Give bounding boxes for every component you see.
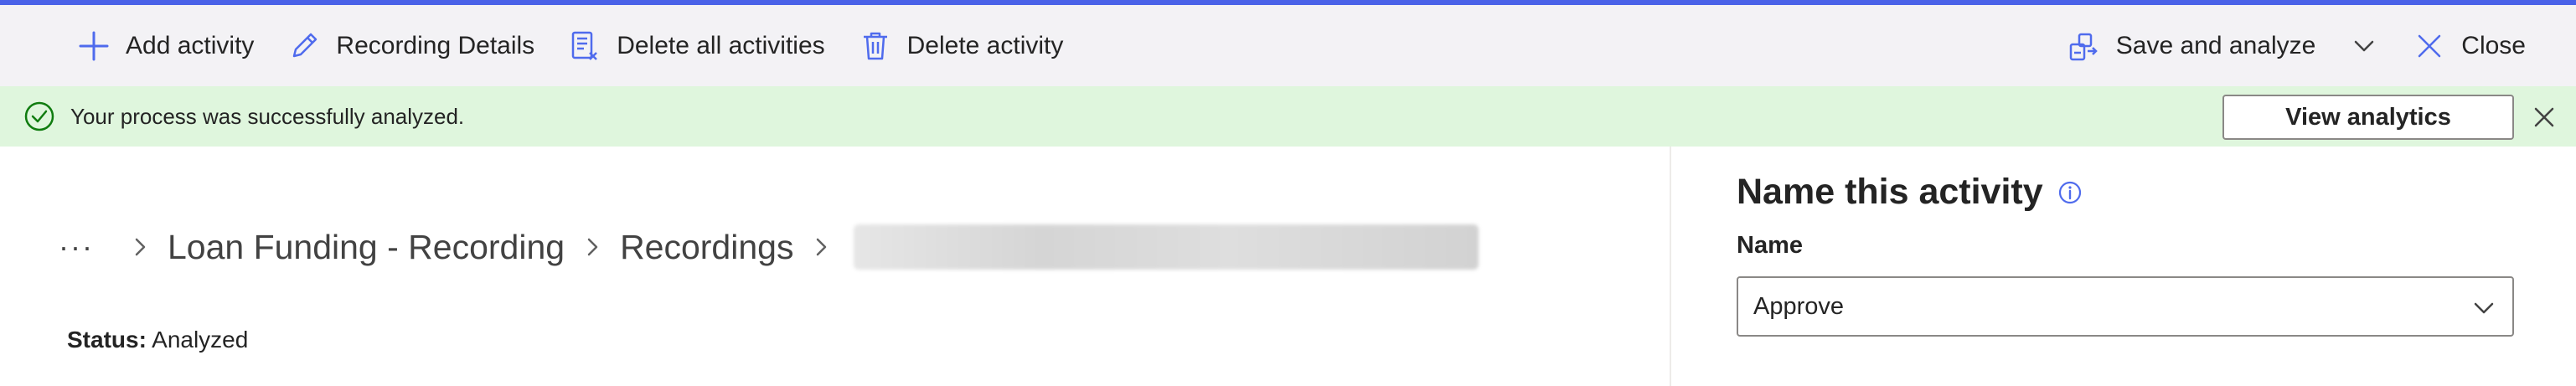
save-and-analyze-label: Save and analyze bbox=[2115, 31, 2316, 59]
command-bar: Add activity Recording Details Delete al… bbox=[0, 5, 2576, 86]
pencil-icon bbox=[293, 33, 317, 57]
delete-list-icon bbox=[571, 31, 598, 60]
breadcrumb-current-recording-redacted bbox=[854, 224, 1479, 270]
save-and-analyze-button[interactable]: Save and analyze bbox=[2051, 21, 2333, 71]
panel-header: Name this activity bbox=[1737, 172, 2083, 213]
close-label: Close bbox=[2461, 31, 2526, 59]
view-analytics-button[interactable]: View analytics bbox=[2222, 95, 2514, 140]
dismiss-icon[interactable] bbox=[2530, 103, 2558, 131]
delete-all-activities-label: Delete all activities bbox=[617, 31, 825, 59]
recording-details-button[interactable]: Recording Details bbox=[271, 21, 551, 71]
activity-name-value: Approve bbox=[1753, 292, 1845, 320]
success-message-text: Your process was successfully analyzed. bbox=[70, 103, 465, 129]
name-field-label: Name bbox=[1737, 232, 1803, 259]
breadcrumb: ··· Loan Funding - Recording Recordings bbox=[59, 222, 1479, 272]
chevron-right-icon bbox=[587, 238, 598, 256]
info-icon[interactable] bbox=[2057, 179, 2083, 206]
close-button[interactable]: Close bbox=[2396, 21, 2542, 71]
activity-name-dropdown[interactable]: Approve bbox=[1737, 276, 2514, 337]
recording-status: Status: Analyzed bbox=[67, 327, 248, 353]
breadcrumb-item-process[interactable]: Loan Funding - Recording bbox=[168, 228, 565, 267]
activity-details-panel: Name this activity Name Approve bbox=[1671, 147, 2576, 386]
command-bar-right: Save and analyze Close bbox=[2051, 5, 2542, 86]
close-icon bbox=[2419, 34, 2441, 57]
chevron-down-icon bbox=[2474, 302, 2494, 314]
status-value: Analyzed bbox=[152, 327, 249, 353]
breadcrumb-overflow-button[interactable]: ··· bbox=[59, 229, 94, 265]
checkmark-circle-icon bbox=[24, 101, 54, 131]
delete-activity-button[interactable]: Delete activity bbox=[842, 21, 1081, 71]
breadcrumb-item-recordings[interactable]: Recordings bbox=[620, 228, 793, 267]
chevron-right-icon bbox=[817, 238, 827, 256]
delete-activity-label: Delete activity bbox=[906, 31, 1064, 59]
success-message-bar: Your process was successfully analyzed. … bbox=[0, 86, 2576, 147]
panel-title: Name this activity bbox=[1737, 172, 2043, 212]
add-activity-button[interactable]: Add activity bbox=[60, 21, 271, 71]
trash-icon bbox=[863, 32, 887, 59]
save-analyze-icon bbox=[2069, 33, 2098, 60]
add-activity-label: Add activity bbox=[126, 31, 255, 59]
status-label: Status: bbox=[67, 327, 147, 353]
delete-all-activities-button[interactable]: Delete all activities bbox=[551, 21, 841, 71]
save-options-dropdown[interactable] bbox=[2332, 21, 2396, 71]
chevron-right-icon bbox=[135, 238, 146, 256]
recording-details-label: Recording Details bbox=[336, 31, 535, 59]
recording-pane: ··· Loan Funding - Recording Recordings … bbox=[0, 147, 1670, 386]
add-icon bbox=[79, 31, 109, 60]
chevron-down-icon bbox=[2355, 40, 2374, 51]
